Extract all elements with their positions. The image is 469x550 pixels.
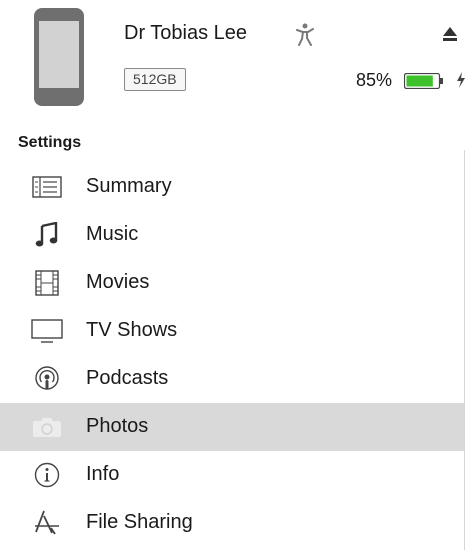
sidebar-item-podcasts[interactable]: Podcasts	[0, 355, 464, 403]
summary-icon	[25, 173, 69, 201]
device-header: Dr Tobias Lee 512GB 85%	[0, 0, 469, 118]
device-phone-icon	[34, 8, 84, 106]
camera-icon	[25, 413, 69, 441]
fitness-figure-icon	[296, 23, 314, 46]
sidebar-item-photos[interactable]: Photos	[0, 403, 464, 451]
sidebar-item-label: File Sharing	[86, 511, 193, 533]
music-note-icon	[25, 221, 69, 249]
sidebar-item-tv-shows[interactable]: TV Shows	[0, 307, 464, 355]
tv-icon	[25, 317, 69, 345]
sidebar-item-info[interactable]: Info	[0, 451, 464, 499]
battery-icon	[404, 73, 443, 89]
sidebar-item-label: Podcasts	[86, 367, 169, 389]
eject-icon[interactable]	[442, 26, 458, 42]
sidebar-item-file-sharing[interactable]: File Sharing	[0, 499, 464, 547]
sidebar-item-label: Movies	[86, 271, 150, 293]
sidebar-item-summary[interactable]: Summary	[0, 163, 464, 211]
device-name[interactable]: Dr Tobias Lee	[124, 22, 247, 45]
battery-percent: 85%	[356, 70, 393, 90]
sidebar-item-label: TV Shows	[86, 319, 178, 341]
charging-bolt-icon	[457, 72, 465, 88]
settings-nav: Summary Music Movies TV Shows Podcasts P…	[0, 163, 464, 547]
sidebar-item-label: Photos	[86, 415, 149, 437]
capacity-badge: 512GB	[124, 68, 186, 91]
sidebar-divider	[464, 150, 465, 550]
app-store-icon	[25, 509, 69, 537]
film-icon	[25, 269, 69, 297]
sidebar-item-label: Info	[86, 463, 120, 485]
info-icon	[25, 461, 69, 489]
podcast-icon	[25, 365, 69, 393]
sidebar-item-music[interactable]: Music	[0, 211, 464, 259]
sidebar-item-movies[interactable]: Movies	[0, 259, 464, 307]
settings-heading: Settings	[18, 134, 82, 151]
sidebar-item-label: Summary	[86, 175, 172, 197]
sidebar-item-label: Music	[86, 223, 139, 245]
